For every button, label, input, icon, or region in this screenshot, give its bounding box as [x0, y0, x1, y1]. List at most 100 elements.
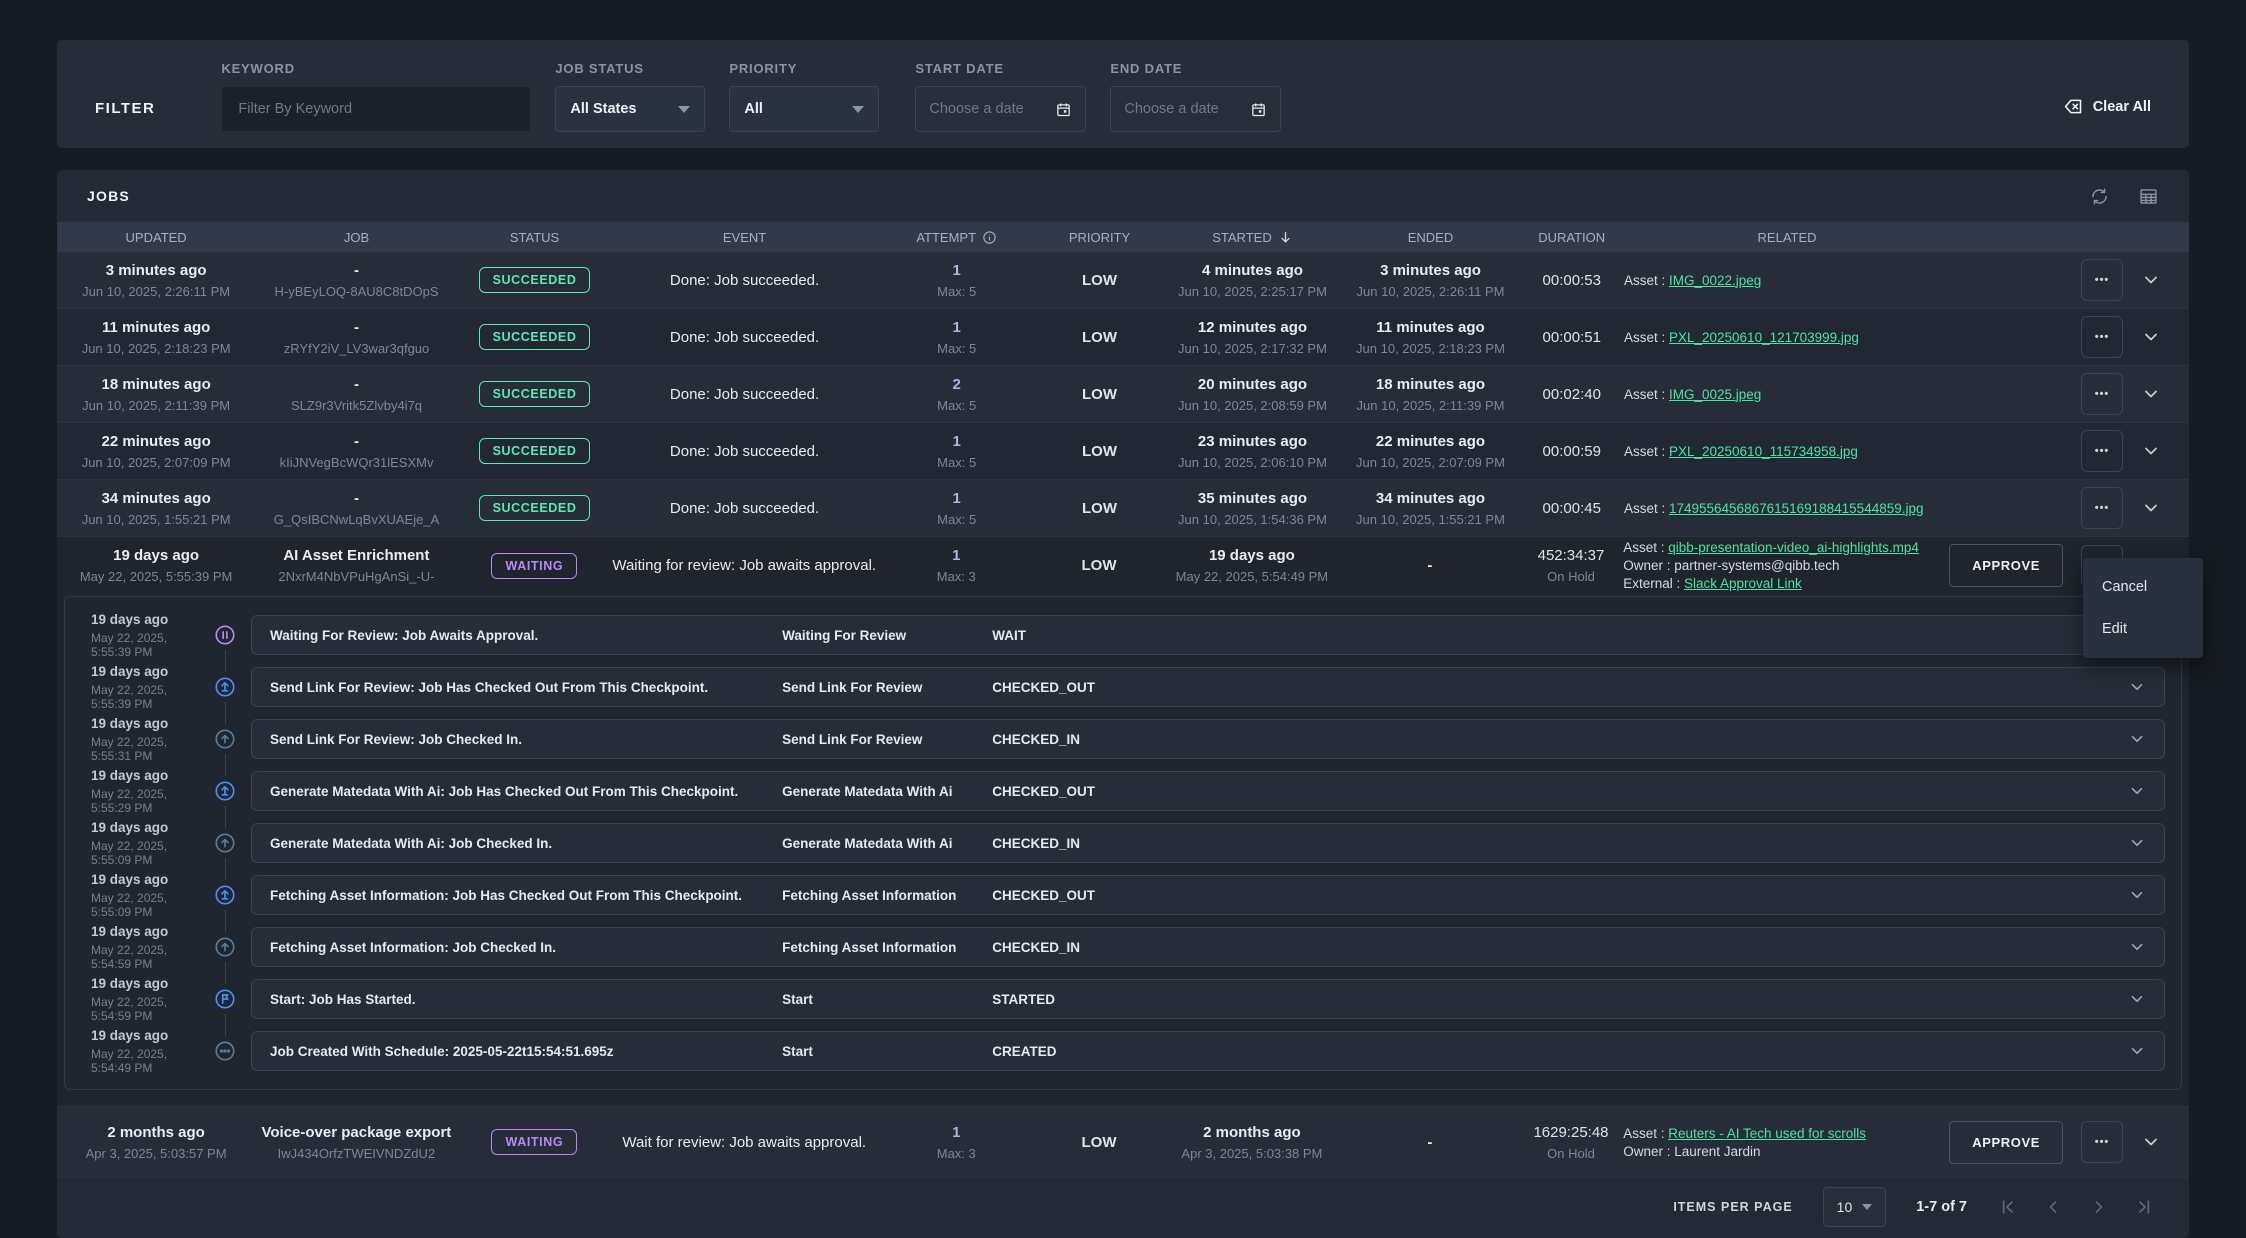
column-header-updated[interactable]: UPDATED	[57, 230, 255, 245]
column-header-status[interactable]: STATUS	[458, 230, 612, 245]
chevron-down-icon[interactable]	[2128, 938, 2146, 956]
flag-circle-icon	[214, 984, 236, 1014]
expand-chevron-icon[interactable]	[2141, 1132, 2161, 1152]
chevron-down-icon[interactable]	[2128, 990, 2146, 1008]
page-range: 1-7 of 7	[1916, 1199, 1967, 1215]
asset-label: Asset :	[1624, 387, 1665, 402]
timeline-card[interactable]: Generate Matedata With Ai: Job Checked I…	[251, 823, 2165, 863]
attempt-max: Max: 5	[878, 341, 1036, 356]
jobs-title-bar: JOBS	[57, 170, 2189, 222]
external-label: External :	[1623, 576, 1680, 591]
expand-chevron-icon[interactable]	[2141, 498, 2161, 518]
context-menu-item-cancel[interactable]: Cancel	[2083, 566, 2203, 608]
table-row[interactable]: 3 minutes agoJun 10, 2025, 2:26:11 PM -H…	[57, 252, 2189, 309]
ended-relative: -	[1341, 557, 1519, 574]
ended-relative: 11 minutes ago	[1341, 319, 1519, 336]
column-header-attempt[interactable]: ATTEMPT	[878, 230, 1036, 245]
asset-link[interactable]: Reuters - AI Tech used for scrolls	[1668, 1126, 1866, 1141]
table-view-icon[interactable]	[2138, 186, 2159, 207]
row-menu-button[interactable]: •••	[2081, 487, 2123, 529]
chevron-down-icon[interactable]	[2128, 886, 2146, 904]
items-per-page-value: 10	[1837, 1199, 1853, 1215]
priority-select[interactable]: All	[729, 86, 879, 132]
asset-link[interactable]: IMG_0025.jpeg	[1669, 387, 1761, 402]
job-id: kIiJNVegBcWQr31lESXMv	[255, 455, 458, 470]
asset-label: Asset :	[1624, 501, 1665, 516]
row-menu-button[interactable]: •••	[2081, 259, 2123, 301]
column-header-event[interactable]: EVENT	[611, 230, 878, 245]
asset-link[interactable]: PXL_20250610_115734958.jpg	[1669, 444, 1858, 459]
attempt-count: 1	[878, 262, 1036, 279]
row-menu-button[interactable]: •••	[2081, 1121, 2123, 1163]
end-date-input[interactable]: Choose a date	[1110, 86, 1281, 132]
expand-chevron-icon[interactable]	[2141, 384, 2161, 404]
start-date-input[interactable]: Choose a date	[915, 86, 1086, 132]
row-menu-button[interactable]: •••	[2081, 430, 2123, 472]
table-row[interactable]: 18 minutes agoJun 10, 2025, 2:11:39 PM -…	[57, 366, 2189, 423]
timeline-card[interactable]: Start: Job Has Started. Start STARTED	[251, 979, 2165, 1019]
approve-button[interactable]: APPROVE	[1949, 544, 2063, 587]
asset-link[interactable]: qibb-presentation-video_ai-highlights.mp…	[1668, 540, 1919, 555]
attempt-count: 1	[878, 490, 1036, 507]
chevron-down-icon[interactable]	[2128, 678, 2146, 696]
next-page-button[interactable]	[2089, 1197, 2109, 1217]
check-out-circle-icon	[214, 672, 236, 702]
asset-link[interactable]: PXL_20250610_121703999.jpg	[1669, 330, 1859, 345]
updated-absolute: Jun 10, 2025, 2:26:11 PM	[57, 284, 255, 299]
timeline-entry: 19 days agoMay 22, 2025, 5:54:59 PM Fetc…	[65, 921, 2181, 973]
updated-relative: 3 minutes ago	[57, 262, 255, 279]
table-row[interactable]: 2 months agoApr 3, 2025, 5:03:57 PM Voic…	[57, 1106, 2189, 1178]
chevron-down-icon[interactable]	[2128, 782, 2146, 800]
owner-value: partner-systems@qibb.tech	[1674, 558, 1839, 573]
timeline-card[interactable]: Job Created With Schedule: 2025-05-22t15…	[251, 1031, 2165, 1071]
timeline-absolute: May 22, 2025, 5:55:31 PM	[91, 735, 199, 763]
table-row[interactable]: 11 minutes agoJun 10, 2025, 2:18:23 PM -…	[57, 309, 2189, 366]
timeline-relative: 19 days ago	[91, 872, 199, 887]
row-menu-button[interactable]: •••	[2081, 373, 2123, 415]
expand-chevron-icon[interactable]	[2141, 270, 2161, 290]
expand-chevron-icon[interactable]	[2141, 441, 2161, 461]
clear-all-button[interactable]: Clear All	[2063, 96, 2151, 117]
context-menu-item-edit[interactable]: Edit	[2083, 608, 2203, 650]
timeline-card[interactable]: Waiting For Review: Job Awaits Approval.…	[251, 615, 2165, 655]
column-header-duration[interactable]: DURATION	[1520, 230, 1624, 245]
chevron-down-icon[interactable]	[2128, 1042, 2146, 1060]
approve-button[interactable]: APPROVE	[1949, 1121, 2063, 1164]
started-absolute: Jun 10, 2025, 2:17:32 PM	[1163, 341, 1341, 356]
started-relative: 23 minutes ago	[1163, 433, 1341, 450]
timeline-message: Generate Matedata With Ai: Job Has Check…	[270, 784, 782, 799]
keyword-label: KEYWORD	[221, 61, 531, 76]
priority-value: LOW	[1036, 329, 1164, 346]
timeline-card[interactable]: Fetching Asset Information: Job Checked …	[251, 927, 2165, 967]
expand-chevron-icon[interactable]	[2141, 327, 2161, 347]
asset-link[interactable]: IMG_0022.jpeg	[1669, 273, 1761, 288]
timeline-card[interactable]: Fetching Asset Information: Job Has Chec…	[251, 875, 2165, 915]
column-header-job[interactable]: JOB	[255, 230, 458, 245]
asset-link[interactable]: 1749556456867615169188415544859.jpg	[1669, 501, 1924, 516]
external-link[interactable]: Slack Approval Link	[1684, 576, 1802, 591]
column-header-ended[interactable]: ENDED	[1341, 230, 1519, 245]
keyword-input[interactable]	[221, 86, 531, 132]
first-page-button[interactable]	[1997, 1197, 2017, 1217]
column-header-priority[interactable]: PRIORITY	[1036, 230, 1164, 245]
timeline-card[interactable]: Send Link For Review: Job Checked In. Se…	[251, 719, 2165, 759]
table-row[interactable]: 34 minutes agoJun 10, 2025, 1:55:21 PM -…	[57, 480, 2189, 537]
timeline-card[interactable]: Send Link For Review: Job Has Checked Ou…	[251, 667, 2165, 707]
chevron-down-icon[interactable]	[2128, 730, 2146, 748]
row-menu-button[interactable]: •••	[2081, 316, 2123, 358]
table-row-expanded[interactable]: 19 days agoMay 22, 2025, 5:55:39 PM AI A…	[57, 537, 2189, 594]
timeline-stage: Fetching Asset Information	[782, 940, 992, 955]
start-date-field: START DATE Choose a date	[915, 61, 1086, 132]
updated-absolute: Jun 10, 2025, 2:11:39 PM	[57, 398, 255, 413]
job-status-select[interactable]: All States	[555, 86, 705, 132]
column-header-started[interactable]: STARTED	[1163, 230, 1341, 245]
info-icon	[982, 230, 997, 245]
table-row[interactable]: 22 minutes agoJun 10, 2025, 2:07:09 PM -…	[57, 423, 2189, 480]
items-per-page-select[interactable]: 10	[1823, 1187, 1887, 1227]
timeline-card[interactable]: Generate Matedata With Ai: Job Has Check…	[251, 771, 2165, 811]
job-id: IwJ434OrfzTWEIVNDZdU2	[255, 1146, 457, 1161]
previous-page-button[interactable]	[2043, 1197, 2063, 1217]
last-page-button[interactable]	[2135, 1197, 2155, 1217]
refresh-icon[interactable]	[2089, 186, 2110, 207]
chevron-down-icon[interactable]	[2128, 834, 2146, 852]
